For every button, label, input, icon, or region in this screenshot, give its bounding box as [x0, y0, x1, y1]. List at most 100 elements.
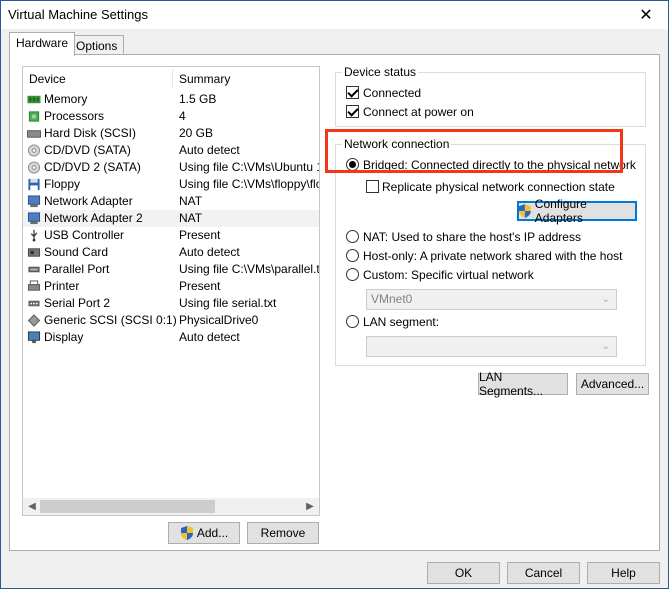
close-button[interactable]: ✕	[624, 1, 668, 29]
scroll-right-icon[interactable]: ▶	[302, 499, 318, 514]
cd-dvd-icon	[27, 161, 41, 174]
ok-button[interactable]: OK	[427, 562, 500, 584]
lan-segment-select[interactable]: ⌄	[366, 336, 617, 357]
host-only-radio[interactable]	[346, 249, 359, 262]
processor-icon	[28, 111, 40, 122]
display-icon	[27, 331, 41, 344]
nat-label[interactable]: NAT: Used to share the host's IP address	[363, 230, 581, 244]
device-row[interactable]: Processors 4	[23, 108, 319, 125]
title-bar: Virtual Machine Settings ✕	[1, 1, 668, 29]
cancel-button[interactable]: Cancel	[507, 562, 580, 584]
device-name: Hard Disk (SCSI)	[44, 126, 137, 140]
device-name: Memory	[44, 92, 88, 106]
serial-port-icon	[28, 300, 40, 307]
device-row[interactable]: Sound Card Auto detect	[23, 244, 319, 261]
device-row[interactable]: Network Adapter 2 NAT	[23, 210, 319, 227]
scroll-thumb[interactable]	[40, 500, 215, 513]
connect-at-power-on-checkbox[interactable]	[346, 105, 359, 118]
connected-checkbox[interactable]	[346, 86, 359, 99]
device-summary: Using file C:\VMs\parallel.txt	[179, 262, 319, 276]
custom-network-value: VMnet0	[371, 292, 413, 306]
device-name: Printer	[44, 279, 80, 293]
column-summary[interactable]: Summary	[179, 72, 230, 86]
tab-options[interactable]: Options	[69, 35, 125, 56]
device-row[interactable]: Hard Disk (SCSI) 20 GB	[23, 125, 319, 142]
device-summary: Auto detect	[179, 143, 240, 157]
device-name: Network Adapter 2	[44, 211, 143, 225]
lan-segments-button[interactable]: LAN Segments...	[478, 370, 568, 398]
lan-segment-label[interactable]: LAN segment:	[363, 315, 439, 329]
configure-adapters-button[interactable]: Configure Adapters	[517, 197, 637, 225]
printer-icon	[27, 280, 41, 291]
device-row[interactable]: CD/DVD (SATA) Auto detect	[23, 142, 319, 159]
device-name: Serial Port 2	[44, 296, 111, 310]
bridged-label[interactable]: Bridged: Connected directly to the physi…	[363, 158, 636, 172]
device-row[interactable]: Network Adapter NAT	[23, 193, 319, 210]
lan-segment-radio[interactable]	[346, 315, 359, 328]
configure-adapters-label: Configure Adapters	[534, 197, 587, 225]
custom-network-select[interactable]: VMnet0 ⌄	[366, 289, 617, 310]
custom-radio[interactable]	[346, 268, 359, 281]
device-name: Sound Card	[44, 245, 109, 259]
cd-dvd-icon	[27, 144, 41, 157]
replicate-label[interactable]: Replicate physical network connection st…	[382, 180, 615, 194]
scroll-left-icon[interactable]: ◀	[24, 499, 40, 514]
device-name: Network Adapter	[44, 194, 133, 208]
device-summary: NAT	[179, 194, 203, 208]
device-summary: Using file C:\VMs\floppy\flopp	[179, 177, 319, 191]
device-row[interactable]: Floppy Using file C:\VMs\floppy\flopp	[23, 176, 319, 193]
tab-hardware[interactable]: Hardware	[9, 32, 76, 56]
advanced-button[interactable]: Advanced...	[576, 373, 649, 395]
device-summary: Auto detect	[179, 245, 240, 259]
add-label: Add...	[196, 526, 229, 540]
device-status-group: Device status Connected Connect at power…	[335, 65, 646, 127]
remove-button[interactable]: Remove	[247, 522, 319, 544]
device-summary: 20 GB	[179, 126, 214, 140]
device-name: Display	[44, 330, 84, 344]
device-row[interactable]: Serial Port 2 Using file serial.txt	[23, 295, 319, 312]
device-summary: PhysicalDrive0	[179, 313, 259, 327]
hardware-panel: Device Summary Memory 1.5 GB Processors 4 Ha…	[9, 54, 660, 551]
device-row[interactable]: Memory 1.5 GB	[23, 91, 319, 108]
window-title: Virtual Machine Settings	[8, 7, 148, 22]
column-device[interactable]: Device	[29, 72, 66, 86]
device-row[interactable]: Display Auto detect	[23, 329, 319, 346]
device-name: Processors	[44, 109, 105, 123]
floppy-icon	[28, 178, 40, 191]
host-only-label[interactable]: Host-only: A private network shared with…	[363, 249, 622, 263]
device-row[interactable]: CD/DVD 2 (SATA) Using file C:\VMs\Ubuntu …	[23, 159, 319, 176]
custom-label[interactable]: Custom: Specific virtual network	[363, 268, 534, 282]
device-summary: 4	[179, 109, 186, 123]
settings-window: Virtual Machine Settings ✕ Hardware Opti…	[0, 0, 669, 589]
device-row[interactable]: USB Controller Present	[23, 227, 319, 244]
nat-radio[interactable]	[346, 230, 359, 243]
replicate-checkbox[interactable]	[366, 180, 379, 193]
device-name: CD/DVD 2 (SATA)	[44, 160, 141, 174]
memory-icon	[27, 95, 41, 104]
usb-icon	[30, 229, 38, 242]
advanced-label: Advanced...	[580, 377, 645, 391]
device-row[interactable]: Parallel Port Using file C:\VMs\parallel.…	[23, 261, 319, 278]
device-summary: Auto detect	[179, 330, 240, 344]
parallel-port-icon	[28, 266, 40, 273]
device-summary: Present	[179, 228, 221, 242]
device-row[interactable]: Generic SCSI (SCSI 0:1) PhysicalDrive0	[23, 312, 319, 329]
sound-card-icon	[27, 248, 41, 257]
lan-segments-label: LAN Segments...	[479, 370, 544, 398]
help-button[interactable]: Help	[587, 562, 660, 584]
device-row[interactable]: Printer Present	[23, 278, 319, 295]
add-button[interactable]: Add...	[168, 522, 240, 544]
connected-label[interactable]: Connected	[363, 86, 421, 100]
device-summary: NAT	[179, 211, 203, 225]
network-connection-group: Network connection Bridged: Connected di…	[335, 137, 646, 366]
chevron-down-icon: ⌄	[601, 341, 610, 352]
device-summary: 1.5 GB	[179, 92, 217, 106]
bridged-radio[interactable]	[346, 158, 359, 171]
help-label: Help	[611, 566, 636, 580]
horizontal-scrollbar[interactable]: ◀ ▶	[23, 498, 319, 515]
device-summary: Using file C:\VMs\Ubuntu 16\	[179, 160, 319, 174]
device-summary: Using file serial.txt	[179, 296, 277, 310]
network-adapter-icon	[27, 212, 41, 225]
connect-at-power-on-label[interactable]: Connect at power on	[363, 105, 474, 119]
generic-scsi-icon	[27, 314, 41, 327]
